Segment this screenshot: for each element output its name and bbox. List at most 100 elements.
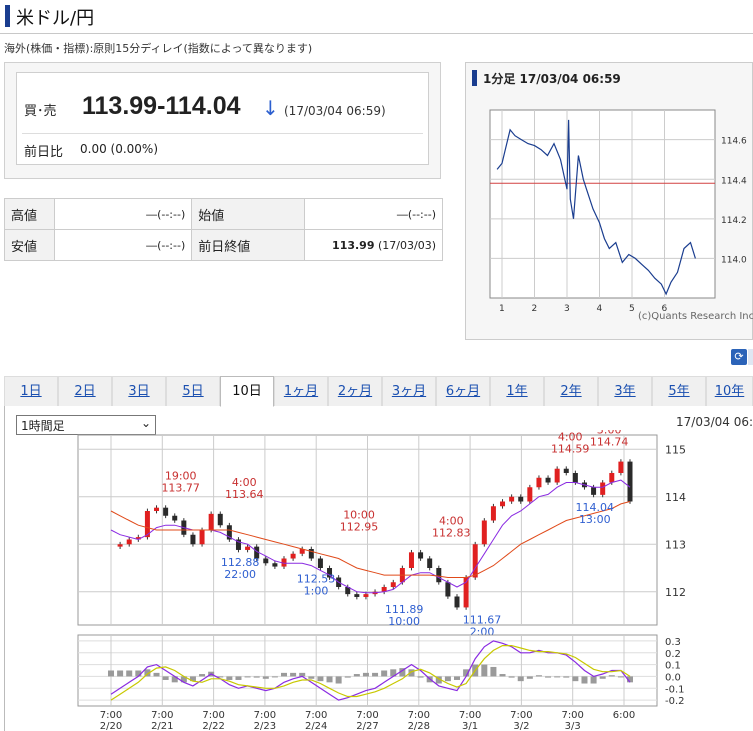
candle-body — [527, 487, 533, 502]
candle-body — [245, 546, 251, 550]
mini-x-tick-label: 2 — [532, 304, 538, 314]
tab-2[interactable]: 3日 — [112, 376, 166, 406]
candle-body — [272, 563, 278, 567]
low-value: ―(--:--) — [53, 229, 193, 261]
candle-body — [600, 482, 606, 495]
tab-11[interactable]: 3年 — [598, 376, 652, 406]
x-tick-date: 2/22 — [202, 721, 224, 731]
mini-chart: 114.6114.4114.2114.0 123456 (c)Quants Re… — [489, 109, 753, 322]
candle-body — [408, 552, 414, 568]
candle-body — [199, 530, 205, 545]
candle-body — [472, 544, 478, 578]
tab-1[interactable]: 2日 — [58, 376, 112, 406]
osc-y-tick-label: -0.1 — [665, 684, 685, 695]
tab-5[interactable]: 1ヶ月 — [274, 376, 328, 406]
mini-plot-area — [489, 109, 716, 299]
candle-body — [154, 507, 160, 511]
main-y-tick-label: 113 — [665, 538, 686, 551]
mini-y-tick-label: 114.0 — [721, 255, 747, 265]
stats-table: 高値 ―(--:--) 始値 ―(--:--) 安値 ―(--:--) 前日終値… — [4, 198, 443, 261]
mini-x-tick-label: 5 — [629, 304, 635, 314]
candle-body — [545, 477, 551, 483]
candle-body — [518, 496, 524, 502]
osc-y-tick-label: 0.2 — [665, 649, 681, 660]
histogram-bar — [308, 676, 315, 679]
histogram-bar — [126, 670, 133, 677]
histogram-bar — [526, 676, 533, 679]
histogram-bar — [417, 676, 424, 678]
tab-7[interactable]: 3ヶ月 — [382, 376, 436, 406]
candle-body — [536, 477, 542, 488]
reload-side — [748, 349, 753, 365]
histogram-bar — [499, 674, 506, 677]
histogram-bar — [199, 674, 206, 677]
histogram-bar — [563, 676, 570, 678]
histogram-bar — [235, 676, 242, 680]
reload-icon[interactable]: ⟳ — [731, 349, 747, 365]
candle-body — [509, 496, 515, 502]
histogram-bar — [353, 674, 360, 677]
open-value: ―(--:--) — [304, 198, 443, 230]
candle-body — [308, 549, 314, 559]
candle-body — [190, 534, 196, 545]
histogram-bar — [372, 672, 379, 677]
histogram-bar — [153, 672, 160, 677]
histogram-bar — [117, 670, 124, 677]
title-marker — [5, 5, 10, 27]
prev-close-value: 113.99 — [332, 238, 375, 252]
candle-body — [217, 513, 223, 526]
delay-note: 海外(株価・指標):原則15分ディレイ(指数によって異なります) — [4, 42, 313, 55]
histogram-bar — [599, 676, 606, 679]
candle-body — [591, 487, 597, 495]
main-y-tick-label: 115 — [665, 443, 686, 456]
x-tick-time: 7:00 — [561, 710, 583, 721]
mini-y-tick-label: 114.6 — [721, 137, 747, 147]
tab-3[interactable]: 5日 — [166, 376, 220, 406]
bid-ask-label: 買･売 — [24, 104, 57, 119]
mini-x-tick-label: 3 — [564, 304, 570, 314]
high-value: ―(--:--) — [53, 198, 193, 230]
tab-9[interactable]: 1年 — [490, 376, 544, 406]
prev-close-date: (17/03/03) — [378, 238, 436, 252]
x-tick-time: 7:00 — [254, 710, 276, 721]
histogram-bar — [271, 676, 278, 678]
tab-4[interactable]: 10日 — [220, 376, 274, 407]
tab-8[interactable]: 6ヶ月 — [436, 376, 490, 406]
main-y-tick-label: 114 — [665, 491, 686, 504]
candle-body — [445, 582, 451, 597]
tab-12[interactable]: 5年 — [652, 376, 706, 406]
osc-y-tick-label: 0.0 — [665, 672, 681, 683]
candle-body — [609, 473, 615, 483]
tab-13[interactable]: 10年 — [706, 376, 753, 406]
tab-10[interactable]: 2年 — [544, 376, 598, 406]
candle-body — [627, 461, 633, 502]
mini-x-tick-label: 1 — [499, 304, 505, 314]
low-annotation-time: 13:00 — [579, 513, 611, 526]
x-tick-time: 7:00 — [100, 710, 122, 721]
histogram-bar — [317, 676, 324, 682]
candle-body — [263, 558, 269, 564]
histogram-bar — [290, 672, 297, 677]
histogram-bar — [481, 664, 488, 677]
candle-body — [563, 468, 569, 473]
candle-body — [500, 501, 506, 507]
histogram-bar — [581, 676, 588, 684]
low-annotation-time: 22:00 — [224, 568, 256, 581]
histogram-bar — [572, 676, 579, 682]
histogram-bar — [608, 675, 615, 677]
histogram-bar — [108, 670, 114, 677]
low-label: 安値 — [4, 229, 55, 261]
tab-6[interactable]: 2ヶ月 — [328, 376, 382, 406]
table-row: 高値 ―(--:--) 始値 ―(--:--) — [4, 198, 443, 230]
high-label: 高値 — [4, 198, 55, 230]
chevron-down-icon: ⌄ — [140, 416, 151, 430]
x-tick-date: 3/2 — [513, 721, 529, 731]
candle-body — [126, 539, 132, 545]
candle-body — [481, 520, 487, 545]
tab-0[interactable]: 1日 — [4, 376, 58, 406]
histogram-bar — [454, 676, 460, 680]
histogram-bar — [281, 672, 287, 677]
high-annotation-value: 114.74 — [590, 436, 629, 449]
histogram-bar — [244, 676, 251, 678]
histogram-bar — [444, 676, 451, 682]
